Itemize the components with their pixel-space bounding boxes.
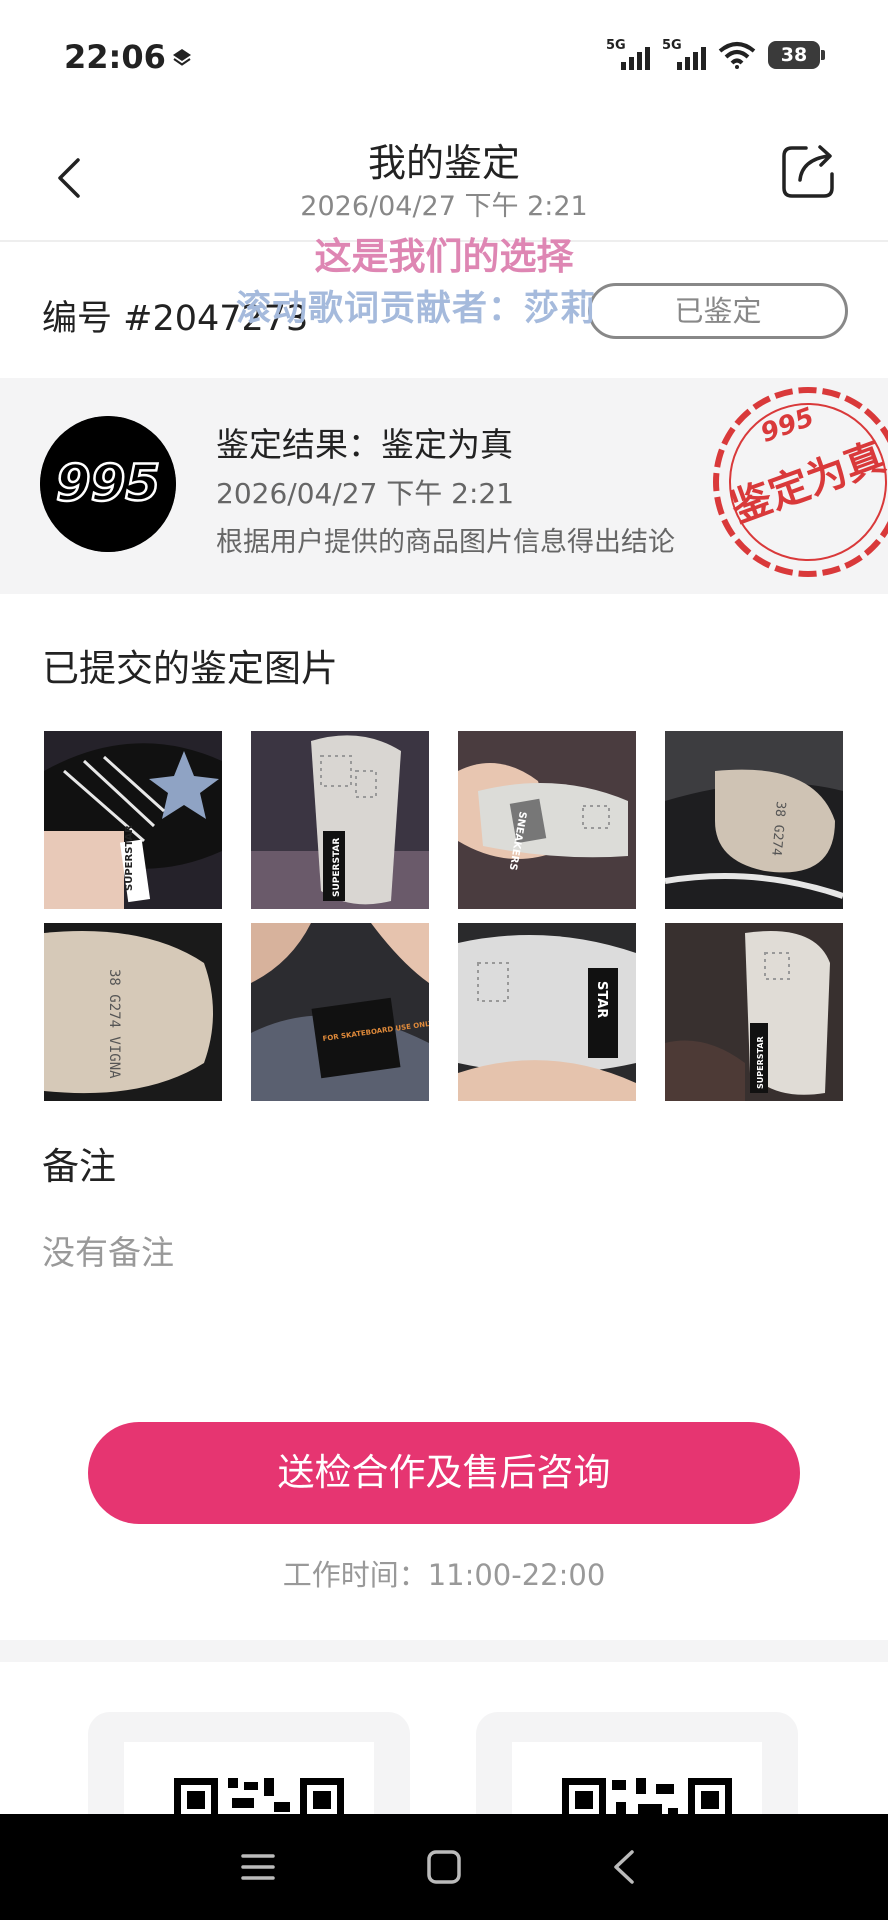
share-icon[interactable] (778, 140, 840, 202)
consult-button[interactable]: 送检合作及售后咨询 (88, 1422, 800, 1524)
status-indicators: 5G 5G 38 (606, 38, 825, 70)
status-bar: 22:06 5G 5G 38 (0, 0, 888, 118)
system-nav-bar (0, 1814, 888, 1920)
top-app-bar: 我的鉴定 2026/04/27 下午 2:21 (0, 118, 888, 242)
svg-text:995: 995 (56, 454, 160, 512)
evidence-image[interactable]: SUPERSTAR (44, 731, 222, 909)
lyric-overlay-line-2: 滚动歌词贡献者：莎莉 (236, 289, 597, 329)
signal-icon: 5G (606, 38, 650, 70)
evidence-image[interactable]: 38 G274 VIGNA (44, 923, 222, 1101)
svg-text:鉴定为真: 鉴定为真 (725, 434, 888, 532)
lyric-overlay-line-1: 这是我们的选择 (314, 235, 574, 278)
status-badge: 已鉴定 (588, 283, 848, 339)
work-hours: 工作时间：11:00-22:00 (282, 1558, 606, 1592)
result-card: 995 鉴定结果：鉴定为真 2026/04/27 下午 2:21 根据用户提供的… (0, 378, 888, 594)
evidence-image[interactable]: FOR SKATEBOARD USE ONLY (251, 923, 429, 1101)
authentic-stamp: 995 鉴定为真 (713, 387, 888, 577)
evidence-image[interactable]: SUPERSTAR (665, 923, 843, 1101)
signal-icon: 5G (662, 38, 706, 70)
images-section-title: 已提交的鉴定图片 (42, 647, 338, 690)
evidence-image[interactable]: SUPERSTAR (251, 731, 429, 909)
status-time: 22:06 (64, 38, 166, 76)
result-time: 2026/04/27 下午 2:21 (216, 477, 515, 510)
app-screen: 22:06 5G 5G 38 我的鉴定 2026/04/27 下午 2:21 编… (0, 0, 888, 1920)
evidence-image[interactable]: SNEAKERS (458, 731, 636, 909)
result-title: 鉴定结果：鉴定为真 (216, 425, 513, 464)
page-subtitle: 2026/04/27 下午 2:21 (300, 191, 588, 222)
svg-text:38 G274 VIGNA: 38 G274 VIGNA (106, 969, 122, 1079)
result-description: 根据用户提供的商品图片信息得出结论 (216, 527, 675, 558)
evidence-image[interactable]: STAR (458, 923, 636, 1101)
svg-text:STAR: STAR (594, 981, 609, 1018)
brand-logo: 995 (40, 416, 176, 552)
home-square-icon[interactable] (421, 1844, 467, 1890)
layers-icon (173, 49, 191, 66)
menu-icon[interactable] (235, 1844, 281, 1890)
svg-text:995: 995 (757, 402, 818, 449)
svg-text:SUPERSTAR: SUPERSTAR (332, 838, 342, 897)
battery-icon: 38 (768, 41, 825, 69)
svg-text:SUPERSTAR: SUPERSTAR (124, 825, 135, 891)
svg-text:SUPERSTAR: SUPERSTAR (756, 1036, 765, 1089)
page-title: 我的鉴定 (367, 141, 520, 185)
remarks-title: 备注 (42, 1145, 116, 1188)
back-triangle-icon[interactable] (602, 1844, 648, 1890)
evidence-image[interactable]: 38 G274 (665, 731, 843, 909)
section-divider (0, 1640, 888, 1662)
wifi-icon (718, 42, 756, 69)
remarks-empty-text: 没有备注 (42, 1233, 174, 1272)
